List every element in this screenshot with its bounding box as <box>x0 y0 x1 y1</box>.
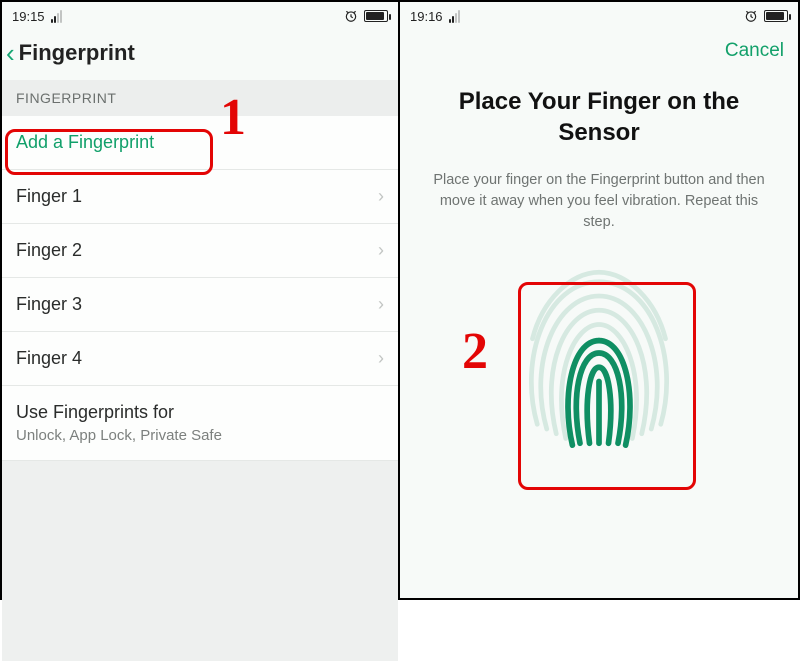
fingerprint-list: Add a Fingerprint Finger 1 › Finger 2 › … <box>2 116 398 461</box>
tutorial-two-pane: 19:15 ‹ Fingerprint FINGERPRINT Add a Fi… <box>0 0 800 600</box>
screen-fingerprint-settings: 19:15 ‹ Fingerprint FINGERPRINT Add a Fi… <box>2 2 400 598</box>
finger-1-label: Finger 1 <box>16 186 82 207</box>
signal-icon <box>51 10 62 23</box>
section-header-fingerprint: FINGERPRINT <box>2 80 398 116</box>
status-bar: 19:16 <box>400 2 798 30</box>
finger-2-row[interactable]: Finger 2 › <box>2 224 398 278</box>
finger-4-row[interactable]: Finger 4 › <box>2 332 398 386</box>
status-bar: 19:15 <box>2 2 398 30</box>
add-fingerprint-label: Add a Fingerprint <box>16 132 154 153</box>
finger-1-row[interactable]: Finger 1 › <box>2 170 398 224</box>
cancel-button[interactable]: Cancel <box>725 40 784 62</box>
battery-icon <box>764 10 788 22</box>
status-time: 19:15 <box>12 9 45 24</box>
signal-icon <box>449 10 460 23</box>
header: ‹ Fingerprint <box>2 30 398 80</box>
chevron-right-icon: › <box>378 294 384 315</box>
finger-3-label: Finger 3 <box>16 294 82 315</box>
page-title: Fingerprint <box>19 40 135 66</box>
empty-space <box>2 461 398 661</box>
enroll-subtitle: Place your finger on the Fingerprint but… <box>400 162 798 233</box>
finger-3-row[interactable]: Finger 3 › <box>2 278 398 332</box>
battery-icon <box>364 10 388 22</box>
use-fingerprints-for-subtitle: Unlock, App Lock, Private Safe <box>16 427 384 444</box>
screen-enroll-fingerprint: 19:16 Cancel Place Your Finger on the Se… <box>400 2 798 598</box>
chevron-right-icon: › <box>378 348 384 369</box>
enroll-title: Place Your Finger on the Sensor <box>400 68 798 162</box>
finger-2-label: Finger 2 <box>16 240 82 261</box>
use-fingerprints-for-label: Use Fingerprints for <box>16 402 384 423</box>
alarm-icon <box>744 9 758 23</box>
fingerprint-icon <box>504 243 694 463</box>
add-fingerprint-row[interactable]: Add a Fingerprint <box>2 116 398 170</box>
use-fingerprints-for-row[interactable]: Use Fingerprints for Unlock, App Lock, P… <box>2 386 398 461</box>
finger-4-label: Finger 4 <box>16 348 82 369</box>
chevron-right-icon: › <box>378 186 384 207</box>
back-button[interactable]: ‹ <box>6 40 15 66</box>
chevron-right-icon: › <box>378 240 384 261</box>
alarm-icon <box>344 9 358 23</box>
status-time: 19:16 <box>410 9 443 24</box>
